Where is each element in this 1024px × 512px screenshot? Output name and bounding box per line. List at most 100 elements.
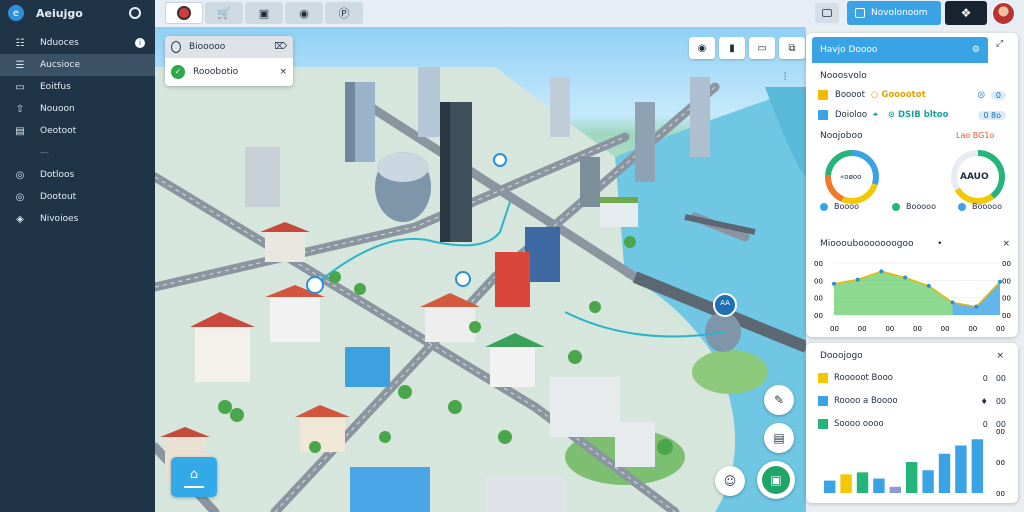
sidebar-item-label: Nduoces <box>40 38 79 48</box>
window-icon <box>822 9 832 17</box>
stat-row: Doioloo ⌖ ⊙ DSIB bltoo 0 8o <box>818 109 1006 121</box>
home-button[interactable]: ⌂ <box>171 457 217 497</box>
clear-icon[interactable]: ⌦ <box>274 42 287 52</box>
tab-car[interactable] <box>165 2 203 24</box>
edit-button[interactable]: ✎ <box>764 385 794 415</box>
bottom-panel-header: Dooojogo × <box>820 351 1004 361</box>
sidebar-item-1[interactable]: ☰ Aucsioce <box>0 54 155 76</box>
tab-briefcase[interactable]: ▣ <box>245 2 283 24</box>
panel-subtitle: Nooosvolo <box>820 71 867 81</box>
close-icon[interactable]: × <box>279 67 287 77</box>
bar[interactable] <box>906 462 918 493</box>
map-tool-screen-button[interactable]: ▭ <box>749 37 775 59</box>
trend-point[interactable] <box>950 300 955 305</box>
bar-y-tick-label: 00 <box>996 459 1005 467</box>
document-button[interactable]: ▤ <box>764 423 794 453</box>
sidebar-item-label: Aucsioce <box>40 60 80 70</box>
legend-color <box>818 373 828 383</box>
trend-point[interactable] <box>903 275 908 280</box>
sidebar-item-5[interactable]: — <box>0 142 155 164</box>
trend-point[interactable] <box>926 283 931 288</box>
home-icon: ⌂ <box>189 466 199 482</box>
panel-title: Havjo Doooo <box>820 45 878 55</box>
topbar: 🛒 ▣ ◉ Ⓟ Novolonoom ❖ <box>155 0 1024 27</box>
stat-label: Doioloo <box>835 110 868 120</box>
go-button[interactable]: ▣ <box>757 461 795 499</box>
trend-close-icon[interactable]: × <box>1002 239 1010 249</box>
sidebar-item-7[interactable]: ◎ Dootout <box>0 186 155 208</box>
destination-row[interactable]: ✓ Rooobotio × <box>165 58 293 86</box>
center-marker-label[interactable]: AA <box>716 299 734 307</box>
donut-right-value: AAUO <box>960 172 989 182</box>
donut-section-title: Noojoboo <box>820 131 863 141</box>
x-tick-label: 00 <box>996 325 1005 333</box>
sidebar-item-0[interactable]: ☷ Nduoces i <box>0 32 155 54</box>
navigation-panel: Havjo Doooo ⚙ ⤢ Nooosvolo Boooot ○ Goooo… <box>806 33 1018 337</box>
bar[interactable] <box>889 486 901 493</box>
bar[interactable] <box>840 474 852 493</box>
bar[interactable] <box>873 478 885 493</box>
settings-icon[interactable]: ⚙ <box>972 45 980 55</box>
collapse-icon[interactable]: ⫶ <box>772 67 798 87</box>
bar-y-tick-label: 00 <box>996 428 1005 436</box>
legend-row: Rooooot Booo 0 00 <box>818 372 1006 384</box>
expand-icon[interactable]: ⤢ <box>996 39 1003 49</box>
pin-icon <box>171 41 181 53</box>
trend-point[interactable] <box>855 277 860 282</box>
bar[interactable] <box>938 453 951 493</box>
bar[interactable] <box>856 472 869 493</box>
avatar[interactable] <box>992 2 1015 25</box>
bar-chart: 00 00 00 <box>824 428 1005 498</box>
map-tool-pin-button[interactable]: ◉ <box>689 37 715 59</box>
bar[interactable] <box>955 445 967 493</box>
sidebar-item-4[interactable]: ▤ Oeotoot <box>0 120 155 142</box>
map-tool-layers-button[interactable]: ⧉ <box>779 37 805 59</box>
bar[interactable] <box>971 439 983 493</box>
tab-wallet[interactable]: ◉ <box>285 2 323 24</box>
trend-point[interactable] <box>974 304 979 309</box>
map-tool-phone-button[interactable]: ▮ <box>719 37 745 59</box>
donut-section: Noojoboo Lao BG1o «oøoo AAUO Boooo Boooo… <box>806 131 1018 235</box>
legend-control[interactable]: 0 <box>983 374 988 383</box>
sidebar: e Aeiujgo ☷ Nduoces i ☰ Aucsioce ▭ Eoitfus ⇧ Nou… <box>0 0 155 512</box>
tab-parking[interactable]: Ⓟ <box>325 2 363 24</box>
navigation-button[interactable]: Novolonoom <box>847 1 941 25</box>
trend-chart: 00 00 00 00 00 00 00 00 00 00 00 00 00 00 00 <box>814 260 1011 333</box>
app-name: Aeiujgo <box>36 6 83 20</box>
x-tick-label: 00 <box>830 325 839 333</box>
location-icon: ◎ <box>15 191 25 203</box>
caption-dot <box>820 202 828 211</box>
x-tick-label: 00 <box>858 325 867 333</box>
city-map[interactable]: AA Biooooo ⌦ ✓ Rooobotio × ◉ ▮ ▭ ⧉ ⫶ ✎ ▤… <box>155 27 806 512</box>
notification-badge: i <box>135 38 145 48</box>
bottom-close-icon[interactable]: × <box>996 351 1004 361</box>
route-button[interactable]: ❖ <box>945 1 987 25</box>
caption-dot <box>958 202 966 211</box>
trend-point[interactable] <box>832 281 836 286</box>
profile-button[interactable]: ☺ <box>715 466 745 496</box>
sidebar-item-6[interactable]: ◎ Dotloos <box>0 164 155 186</box>
sidebar-item-2[interactable]: ▭ Eoitfus <box>0 76 155 98</box>
trend-header: Mioooubooooooogoo • × <box>820 239 1010 249</box>
sidebar-item-label: Dootout <box>40 192 77 202</box>
sidebar-item-label: Dotloos <box>40 170 75 180</box>
layout-toggle-button[interactable] <box>815 3 839 23</box>
document-icon: ▤ <box>773 431 785 445</box>
legend-control[interactable]: ♦ <box>981 397 988 406</box>
sidebar-item-3[interactable]: ⇧ Nouoon <box>0 98 155 120</box>
bar[interactable] <box>824 480 836 493</box>
sidebar-item-8[interactable]: ◈ Nivoioes <box>0 208 155 230</box>
trend-point[interactable] <box>879 269 884 274</box>
y-tick-label: 00 <box>1002 277 1011 285</box>
x-tick-label: 00 <box>941 325 950 333</box>
bar-y-tick-label: 00 <box>996 490 1005 498</box>
bar[interactable] <box>922 470 934 493</box>
search-input[interactable]: Biooooo ⌦ <box>165 36 293 58</box>
stat-accent: ○ Gooootot <box>870 90 926 100</box>
tab-cart[interactable]: 🛒 <box>205 2 243 24</box>
distribution-panel: Dooojogo × Rooooot Booo 0 00 Roooo a Boooo ♦… <box>806 343 1018 503</box>
trend-point[interactable] <box>998 279 1002 284</box>
legend-value: 00 <box>995 373 1006 383</box>
search-icon[interactable] <box>129 7 141 19</box>
stat-row: Boooot ○ Gooootot ◎ 0 <box>818 89 1006 101</box>
